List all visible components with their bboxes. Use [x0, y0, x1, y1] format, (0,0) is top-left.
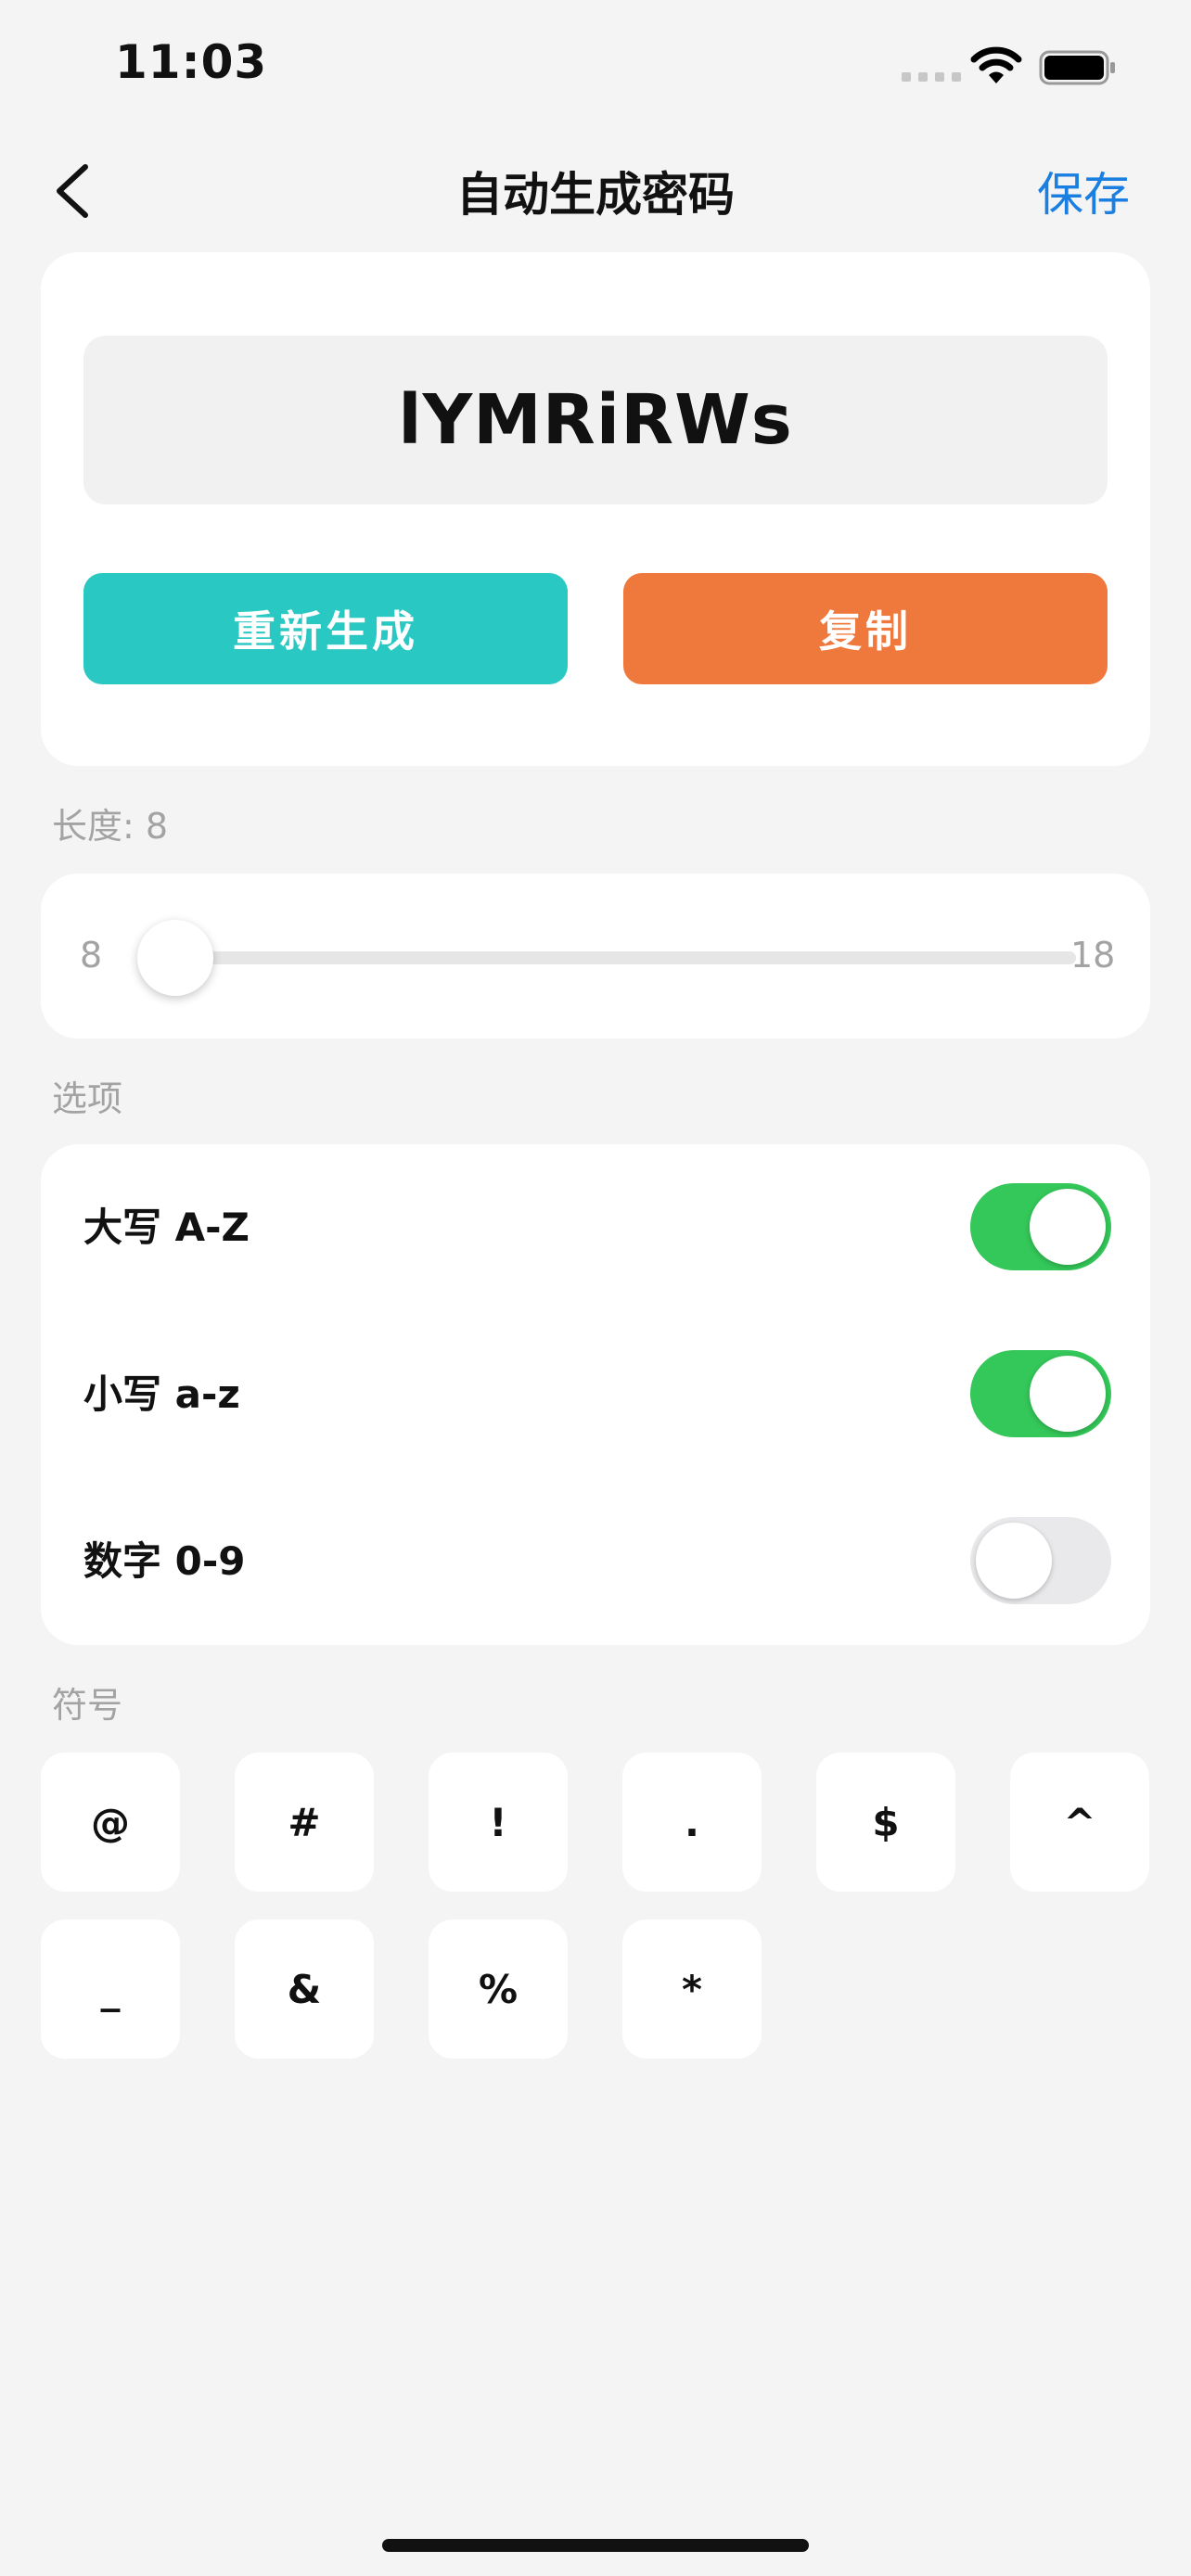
toggle-knob: [1030, 1189, 1106, 1265]
symbol-key-ampersand[interactable]: &: [235, 1919, 374, 2059]
back-chevron-icon[interactable]: [52, 161, 93, 221]
digits-toggle[interactable]: [970, 1517, 1111, 1604]
slider-min-label: 8: [80, 935, 103, 976]
toggle-knob: [976, 1523, 1052, 1599]
symbols-section-label: 符号: [52, 1685, 123, 1726]
copy-button[interactable]: 复制: [623, 573, 1108, 684]
options-card: 大写 A-Z 小写 a-z 数字 0-9: [41, 1144, 1150, 1645]
options-section-label: 选项: [52, 1078, 123, 1119]
symbol-key-period[interactable]: .: [622, 1753, 762, 1892]
cellular-signal-icon: [902, 72, 961, 82]
lowercase-toggle[interactable]: [970, 1350, 1111, 1437]
status-time: 11:03: [115, 35, 268, 89]
symbol-key-percent[interactable]: %: [429, 1919, 568, 2059]
option-row-uppercase: 大写 A-Z: [41, 1144, 1150, 1311]
symbol-key-asterisk[interactable]: *: [622, 1919, 762, 2059]
save-button[interactable]: 保存: [1037, 158, 1130, 224]
option-label: 数字 0-9: [83, 1538, 246, 1584]
option-label: 小写 a-z: [83, 1371, 240, 1417]
length-slider-track[interactable]: [176, 951, 1076, 964]
regenerate-button[interactable]: 重新生成: [83, 573, 568, 684]
home-indicator: [382, 2539, 809, 2552]
battery-icon: [1039, 50, 1115, 85]
page-title: 自动生成密码: [456, 168, 735, 222]
option-row-digits: 数字 0-9: [41, 1478, 1150, 1645]
length-slider-thumb[interactable]: [137, 920, 213, 996]
password-card: lYMRiRWs 重新生成 复制: [41, 252, 1150, 766]
symbol-key-dollar[interactable]: $: [816, 1753, 955, 1892]
uppercase-toggle[interactable]: [970, 1183, 1111, 1270]
symbol-key-at[interactable]: @: [41, 1753, 180, 1892]
option-label: 大写 A-Z: [83, 1205, 250, 1250]
slider-max-label: 18: [1070, 935, 1116, 976]
symbol-key-exclamation[interactable]: !: [429, 1753, 568, 1892]
symbol-key-hash[interactable]: #: [235, 1753, 374, 1892]
length-label: 长度: 8: [52, 806, 169, 847]
length-slider-card: 8 18: [41, 874, 1150, 1039]
symbol-key-underscore[interactable]: _: [41, 1919, 180, 2059]
symbol-key-caret[interactable]: ^: [1010, 1753, 1149, 1892]
wifi-icon: [970, 46, 1022, 83]
option-row-lowercase: 小写 a-z: [41, 1311, 1150, 1478]
toggle-knob: [1030, 1356, 1106, 1432]
generated-password: lYMRiRWs: [83, 336, 1108, 504]
